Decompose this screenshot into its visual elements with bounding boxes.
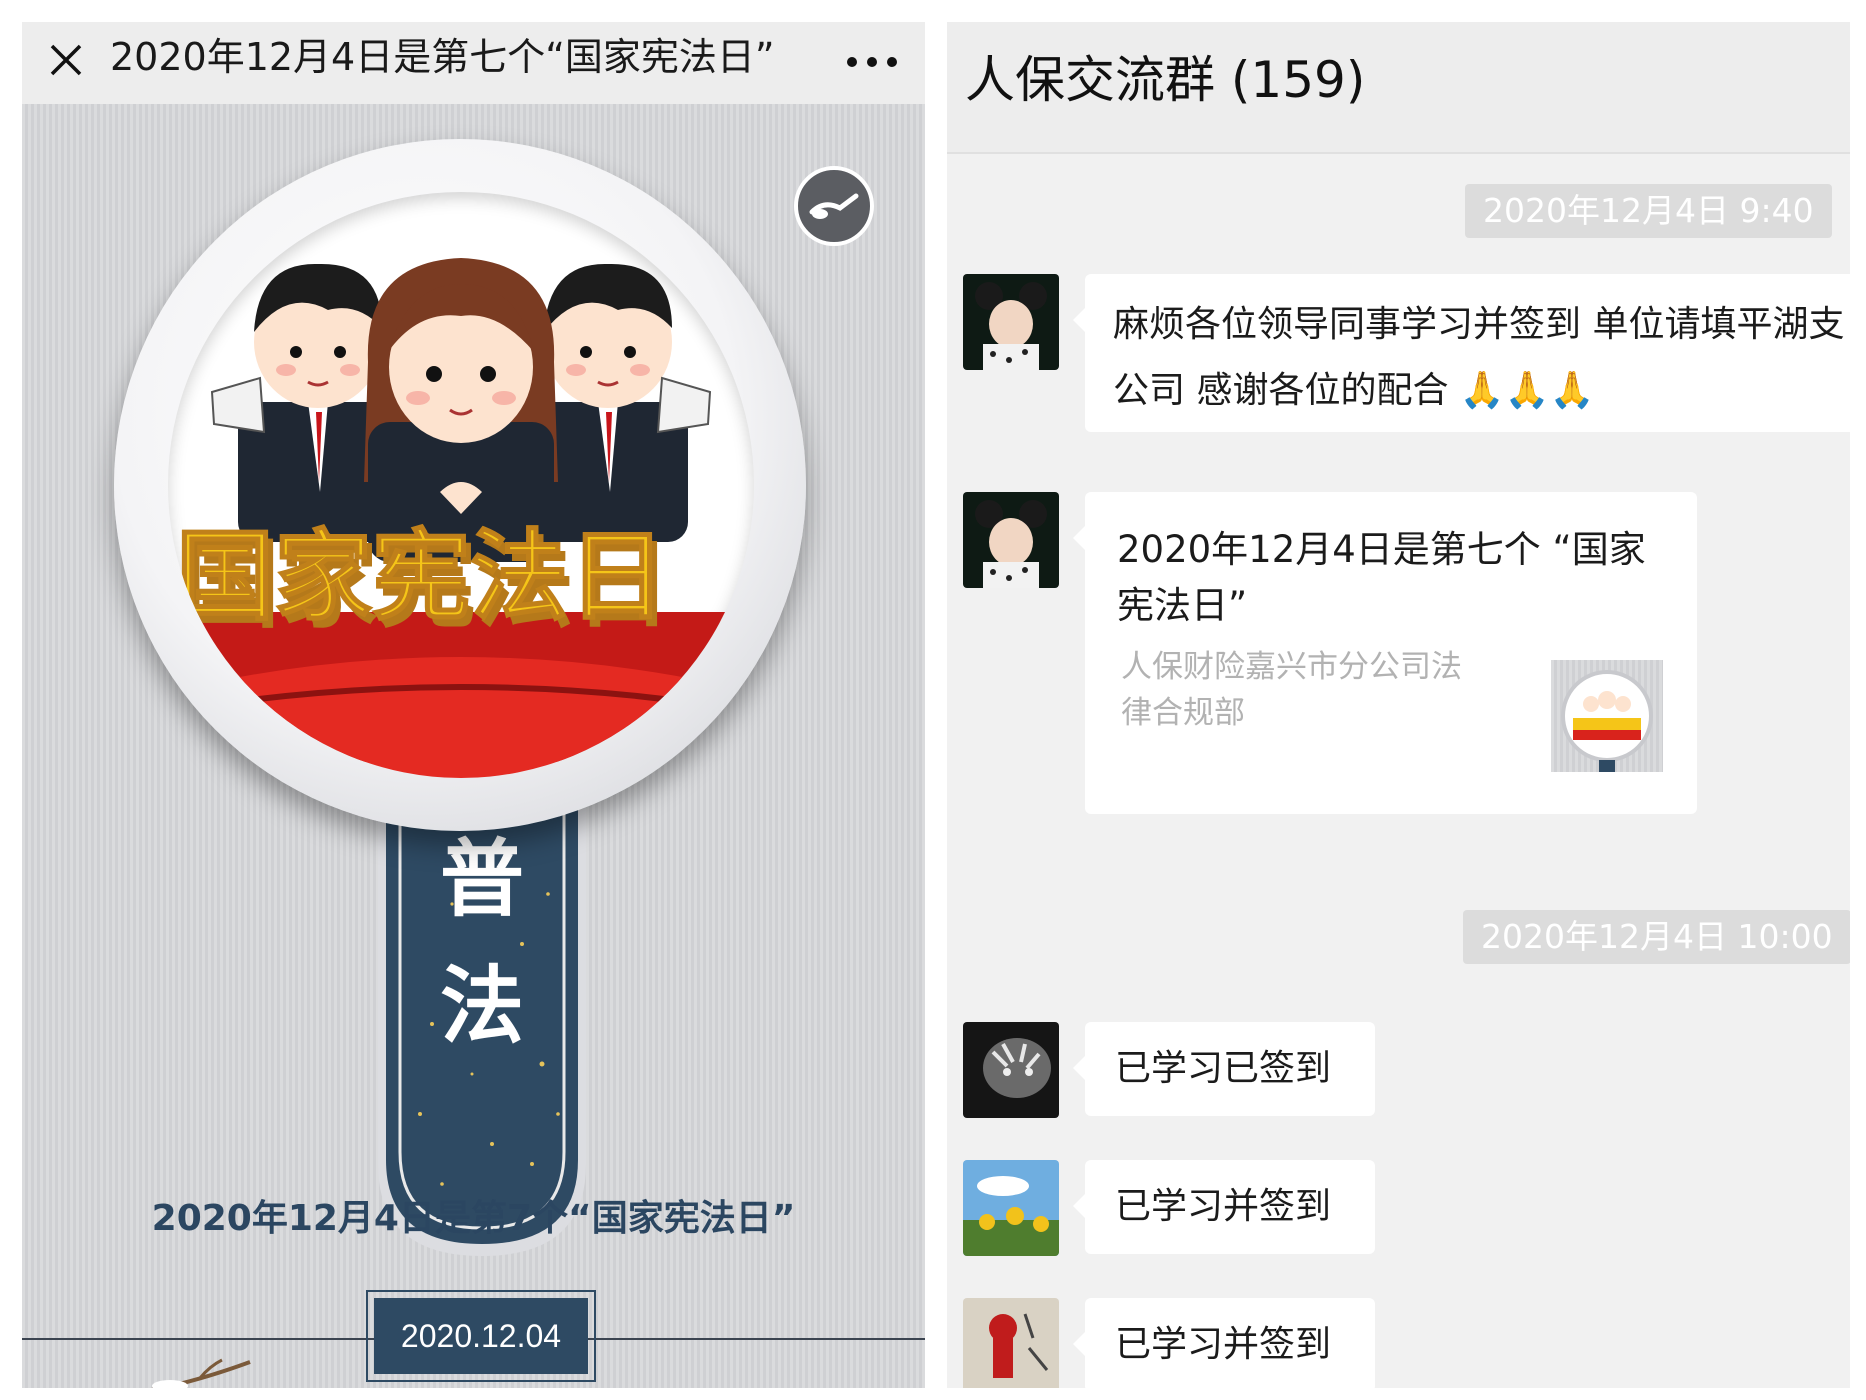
message-bubble[interactable]: 已学习并签到 — [1073, 1298, 1375, 1388]
banner-title-text: 国家宪法日 — [176, 520, 666, 634]
avatar[interactable] — [963, 492, 1059, 588]
badge-char-pu: 普 — [440, 830, 525, 928]
badge-char-fa: 法 — [440, 957, 525, 1055]
close-icon[interactable] — [46, 40, 86, 80]
message-text: 麻烦各位领导同事学习并签到 单位请填平湖支公司 感谢各位的配合 🙏🙏🙏 — [1113, 292, 1850, 424]
link-thumbnail — [1551, 660, 1663, 772]
message-bubble[interactable]: 麻烦各位领导同事学习并签到 单位请填平湖支公司 感谢各位的配合 🙏🙏🙏 — [1073, 274, 1850, 432]
branch-decoration — [151, 1358, 251, 1388]
message-text: 已学习已签到 — [1115, 1048, 1332, 1089]
timestamp: 2020年12月4日 9:40 — [1465, 184, 1832, 238]
link-card[interactable]: 2020年12月4日是第七个 “国家宪法日” 人保财险嘉兴市分公司法律合规部 — [1073, 492, 1697, 814]
chat-screen: 人保交流群 (159) 2020年12月4日 9:40 麻烦各位领导同事学习并签… — [947, 22, 1850, 1388]
chat-header: 人保交流群 (159) — [947, 22, 1850, 154]
article-caption: 2020年12月4日是第7个“国家宪法日” — [151, 1198, 796, 1239]
article-header-title: 2020年12月4日是第七个“国家宪法日” — [110, 35, 775, 79]
praying-hands-icon: 🙏🙏🙏 — [1459, 370, 1595, 411]
medallion-illustration: 国家宪法日 国家宪法日 — [168, 192, 754, 778]
article-poster: 普 法 国家宪法日 国家宪法日 2020年12月4日是第7个“国家宪法日” 20… — [22, 104, 925, 1388]
avatar[interactable] — [963, 1022, 1059, 1118]
more-icon[interactable] — [844, 50, 900, 74]
avatar[interactable] — [963, 1160, 1059, 1256]
avatar[interactable] — [963, 1298, 1059, 1388]
message-text: 已学习并签到 — [1115, 1324, 1332, 1365]
message-text: 已学习并签到 — [1115, 1186, 1332, 1227]
article-header: 2020年12月4日是第七个“国家宪法日” — [22, 22, 925, 104]
avatar[interactable] — [963, 274, 1059, 370]
link-source: 人保财险嘉兴市分公司法律合规部 — [1121, 649, 1462, 731]
chat-title: 人保交流群 (159) — [965, 51, 1366, 109]
link-title: 2020年12月4日是第七个 “国家宪法日” — [1117, 528, 1646, 627]
cartoon-lawyers-illustration: 国家宪法日 国家宪法日 — [168, 258, 754, 778]
article-date: 2020.12.04 — [374, 1298, 588, 1374]
message-bubble[interactable]: 已学习并签到 — [1073, 1160, 1375, 1254]
music-icon[interactable] — [794, 166, 874, 246]
timestamp: 2020年12月4日 10:00 — [1463, 910, 1850, 964]
message-bubble[interactable]: 已学习已签到 — [1073, 1022, 1375, 1116]
article-screen: 2020年12月4日是第七个“国家宪法日” 普 法 国家宪法日 国家宪法日 20… — [22, 22, 925, 1388]
